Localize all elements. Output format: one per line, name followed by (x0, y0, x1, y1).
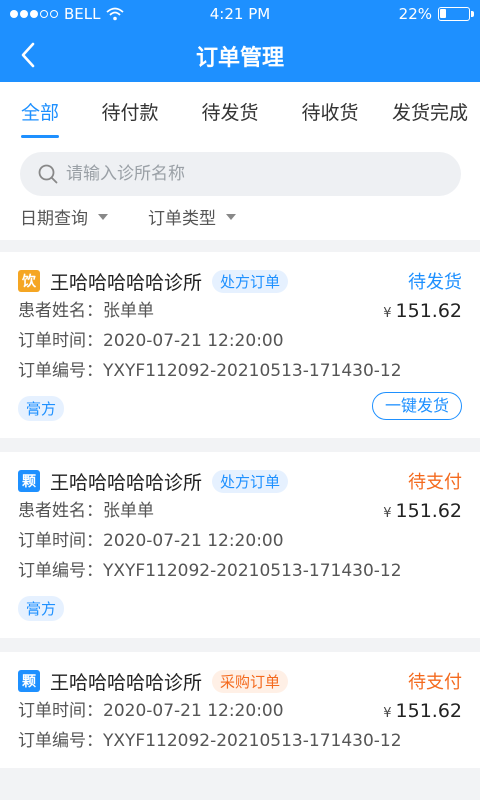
order-status: 待支付 (408, 672, 462, 693)
prescription-tag: 膏方 (18, 596, 65, 621)
app-header: BELL 4:21 PM 22% 订单管理 (0, 0, 480, 82)
medicine-type-icon: 颗 (18, 470, 40, 492)
order-status: 待支付 (408, 472, 462, 493)
order-type-filter-dropdown[interactable]: 订单类型 (148, 204, 236, 229)
currency-symbol: ¥ (383, 306, 392, 321)
filter-area: 日期查询 订单类型 (0, 138, 480, 240)
order-card-header: 颗王哈哈哈哈哈诊所 处方订单 (18, 466, 462, 496)
order-time-label: 订单时间： (18, 531, 103, 551)
tab-label: 待付款 (101, 102, 159, 124)
tab-4[interactable]: 发货完成 (380, 82, 480, 138)
order-card[interactable]: 颗王哈哈哈哈哈诊所 处方订单 待支付 患者姓名：张单单 ¥151.62 订单时间：2020… (0, 452, 480, 638)
order-time: 2020-07-21 12:20:00 (103, 531, 284, 551)
caret-down-icon (226, 213, 236, 220)
order-time-label: 订单时间： (18, 331, 103, 351)
order-time-row: 订单时间：2020-07-21 12:20:00 (18, 326, 462, 356)
order-number: YXYF112092-20210513-171430-12 (103, 561, 402, 581)
battery-status: 22% (398, 5, 474, 23)
order-card-header: 颗王哈哈哈哈哈诊所 采购订单 (18, 666, 462, 696)
order-type-badge: 处方订单 (212, 469, 289, 493)
nav-bar: 订单管理 (0, 28, 480, 82)
order-card-footer: 膏方 一键发货 (18, 390, 462, 426)
order-price: ¥151.62 (383, 296, 462, 329)
clinic-name: 王哈哈哈哈哈诊所 (50, 671, 203, 694)
patient-name: 张单单 (103, 301, 154, 321)
price-value: 151.62 (395, 300, 462, 322)
order-card[interactable]: 饮王哈哈哈哈哈诊所 处方订单 待发货 患者姓名：张单单 ¥151.62 订单时间：2020… (0, 252, 480, 438)
tab-3[interactable]: 待收货 (280, 82, 380, 138)
search-icon (38, 164, 58, 184)
price-value: 151.62 (395, 700, 462, 722)
tab-1[interactable]: 待付款 (80, 82, 180, 138)
patient-label: 患者姓名： (18, 301, 103, 321)
medicine-type-icon: 饮 (18, 270, 40, 292)
currency-symbol: ¥ (383, 706, 392, 721)
order-number-label: 订单编号： (18, 731, 103, 751)
clinic-name: 王哈哈哈哈哈诊所 (50, 271, 203, 294)
order-price: ¥151.62 (383, 496, 462, 529)
order-number-row: 订单编号：YXYF112092-20210513-171430-12 (18, 356, 462, 386)
order-number-row: 订单编号：YXYF112092-20210513-171430-12 (18, 556, 462, 586)
caret-down-icon (98, 213, 108, 220)
page-title: 订单管理 (195, 46, 284, 71)
order-number: YXYF112092-20210513-171430-12 (103, 361, 402, 381)
tab-0[interactable]: 全部 (0, 82, 80, 138)
clinic-name: 王哈哈哈哈哈诊所 (50, 471, 203, 494)
order-type-badge: 处方订单 (212, 269, 289, 293)
order-type-badge: 采购订单 (212, 669, 289, 693)
tab-label: 发货完成 (391, 102, 468, 124)
status-bar: BELL 4:21 PM 22% (0, 0, 480, 28)
tab-label: 待收货 (301, 102, 359, 124)
battery-level (440, 9, 446, 18)
order-number-label: 订单编号： (18, 361, 103, 381)
tab-2[interactable]: 待发货 (180, 82, 280, 138)
order-card-header: 饮王哈哈哈哈哈诊所 处方订单 (18, 266, 462, 296)
order-number: YXYF112092-20210513-171430-12 (103, 731, 402, 751)
medicine-type-icon: 颗 (18, 670, 40, 692)
order-time-row: 订单时间：2020-07-21 12:20:00 (18, 526, 462, 556)
order-number-label: 订单编号： (18, 561, 103, 581)
order-time-label: 订单时间： (18, 701, 103, 721)
prescription-tag: 膏方 (18, 396, 65, 421)
patient-name: 张单单 (103, 501, 154, 521)
patient-label: 患者姓名： (18, 501, 103, 521)
date-filter-dropdown[interactable]: 日期查询 (20, 204, 108, 229)
order-price: ¥151.62 (383, 696, 462, 729)
order-time: 2020-07-21 12:20:00 (103, 331, 284, 351)
battery-icon (438, 7, 474, 21)
order-list: 饮王哈哈哈哈哈诊所 处方订单 待发货 患者姓名：张单单 ¥151.62 订单时间：2020… (0, 252, 480, 782)
patient-row: 患者姓名：张单单 ¥151.62 (18, 296, 462, 326)
currency-symbol: ¥ (383, 506, 392, 521)
price-value: 151.62 (395, 500, 462, 522)
order-status-tabs: 全部 待付款 待发货 待收货 发货完成 (0, 82, 480, 138)
battery-percent: 22% (398, 5, 432, 23)
order-number-row: 订单编号：YXYF112092-20210513-171430-12 (18, 726, 462, 756)
one-click-ship-button[interactable]: 一键发货 (371, 392, 462, 420)
tab-label: 待发货 (201, 102, 259, 124)
filter-row: 日期查询 订单类型 (20, 204, 236, 229)
order-time: 2020-07-21 12:20:00 (103, 701, 284, 721)
order-status: 待发货 (408, 272, 462, 293)
order-card-footer: 膏方 (18, 590, 462, 626)
patient-row: 患者姓名：张单单 ¥151.62 (18, 496, 462, 526)
search-box[interactable] (20, 152, 461, 196)
order-time-row: 订单时间：2020-07-21 12:20:00 ¥151.62 (18, 696, 462, 726)
order-type-filter-label: 订单类型 (148, 209, 216, 229)
order-card[interactable]: 颗王哈哈哈哈哈诊所 采购订单 待支付 订单时间：2020-07-21 12:20:00… (0, 652, 480, 768)
date-filter-label: 日期查询 (20, 209, 88, 229)
tab-label: 全部 (20, 102, 59, 124)
search-input[interactable] (66, 164, 426, 184)
